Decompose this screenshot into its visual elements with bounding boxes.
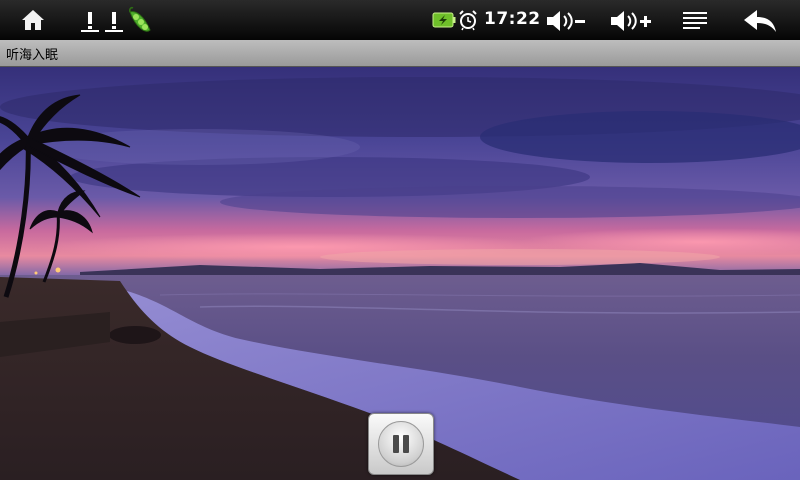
battery-indicator	[432, 11, 456, 29]
alarm-clock-icon	[459, 10, 477, 31]
pause-bar-left	[393, 435, 399, 453]
pea-pod-icon	[129, 7, 151, 32]
status-bar: 17:22	[0, 0, 800, 40]
alarm-indicator	[458, 9, 478, 31]
back-arrow-icon	[744, 10, 776, 32]
warning-notification-1[interactable]	[80, 10, 100, 32]
home-icon	[22, 10, 44, 30]
app-notification[interactable]	[126, 6, 154, 36]
pause-bar-right	[403, 435, 409, 453]
volume-down-button[interactable]	[544, 8, 588, 34]
home-button[interactable]	[14, 6, 52, 34]
back-button[interactable]	[740, 8, 780, 34]
volume-up-button[interactable]	[608, 8, 654, 34]
warning-notification-2[interactable]	[104, 10, 124, 32]
status-clock: 17:22	[484, 9, 541, 29]
pause-button[interactable]	[368, 413, 434, 475]
warning-icon	[81, 12, 99, 32]
menu-button[interactable]	[680, 10, 710, 32]
battery-charging-icon	[432, 12, 456, 28]
volume-down-icon	[547, 11, 585, 31]
title-bar: 听海入眠	[0, 40, 800, 67]
pause-icon	[378, 421, 424, 467]
warning-icon	[105, 12, 123, 32]
menu-icon	[683, 12, 707, 29]
volume-up-icon	[611, 11, 651, 31]
app-title: 听海入眠	[6, 48, 59, 63]
